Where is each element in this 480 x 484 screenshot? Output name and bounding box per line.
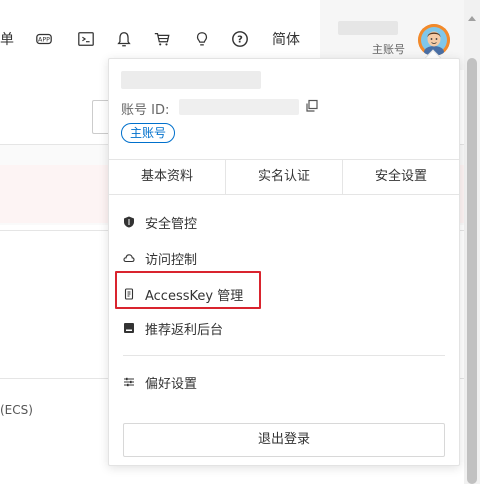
menu-item-rebate[interactable]: 推荐返利后台 [123, 317, 223, 339]
accesskey-highlight-box [115, 271, 261, 309]
menu-item-label: 偏好设置 [145, 376, 198, 392]
rebate-icon [124, 323, 134, 333]
scroll-up-arrow-icon[interactable] [468, 16, 476, 21]
svg-text:?: ? [237, 35, 243, 46]
copy-icon[interactable] [305, 99, 319, 113]
user-dropdown-panel: 账号 ID: 主账号 基本资料 实名认证 安全设置 安全管控 访问控制 Acce… [108, 58, 460, 466]
app-icon[interactable]: APP [34, 29, 54, 49]
shield-icon [124, 216, 134, 228]
account-id-label: 账号 ID: [121, 103, 170, 118]
tab-real-name-auth[interactable]: 实名认证 [226, 160, 343, 194]
menu-item-preferences[interactable]: 偏好设置 [123, 371, 197, 393]
menu-item-label: 安全管控 [145, 216, 198, 232]
logout-button[interactable]: 退出登录 [123, 423, 445, 457]
cloud-icon [123, 254, 135, 263]
menu-item-label: 推荐返利后台 [145, 322, 224, 338]
cart-icon[interactable] [152, 29, 172, 49]
scroll-thumb[interactable] [467, 58, 477, 484]
account-tabs: 基本资料 实名认证 安全设置 [109, 159, 459, 195]
account-name-redacted [121, 71, 261, 89]
tab-basic-info[interactable]: 基本资料 [109, 160, 226, 194]
sliders-icon [124, 377, 134, 387]
username-redacted [338, 21, 398, 35]
account-type-label: 主账号 [372, 43, 405, 56]
terminal-icon[interactable] [76, 29, 96, 49]
order-menu-label[interactable]: 单 [0, 29, 14, 51]
menu-item-access-control[interactable]: 访问控制 [123, 247, 197, 269]
ecs-label: (ECS) [0, 403, 33, 417]
svg-text:APP: APP [38, 37, 50, 44]
menu-divider [123, 355, 445, 356]
help-icon[interactable]: ? [230, 29, 250, 49]
account-type-badge: 主账号 [121, 123, 176, 143]
menu-item-security-control[interactable]: 安全管控 [123, 211, 197, 233]
lightbulb-icon[interactable] [192, 29, 212, 49]
account-id-redacted [179, 99, 299, 115]
scrollbar[interactable] [464, 0, 480, 484]
bell-icon[interactable] [114, 29, 134, 49]
menu-item-label: 访问控制 [145, 252, 198, 268]
tab-security-settings[interactable]: 安全设置 [343, 160, 459, 194]
language-switch[interactable]: 简体 [272, 29, 300, 51]
